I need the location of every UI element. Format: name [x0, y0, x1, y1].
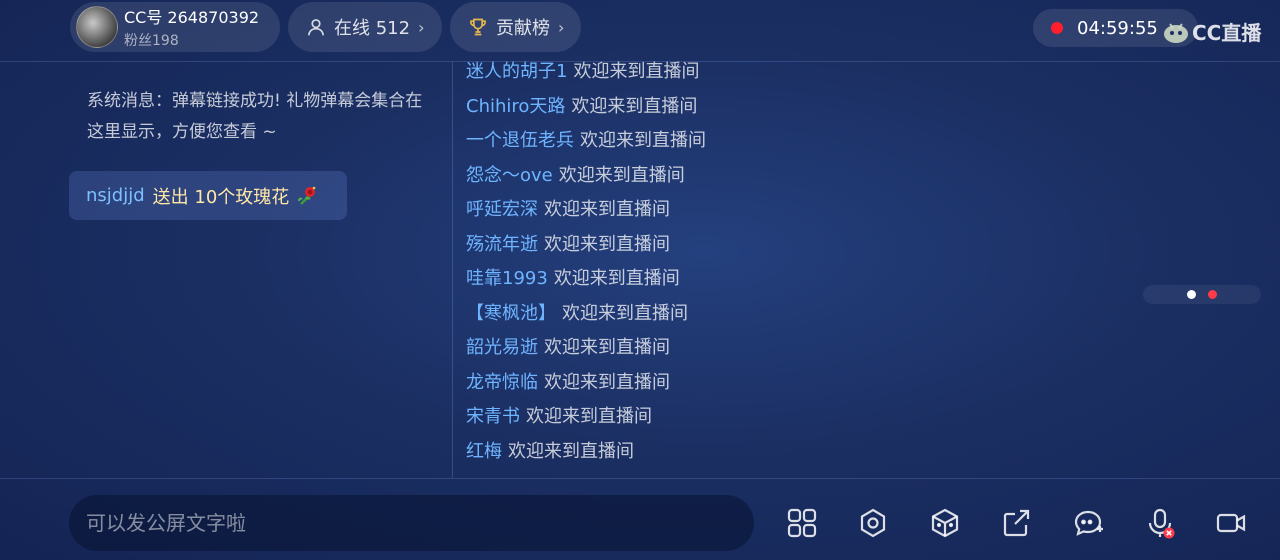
trophy-icon — [470, 18, 486, 36]
online-count: 在线 512 — [334, 18, 411, 39]
rose-icon — [298, 186, 316, 205]
panel-divider — [452, 62, 453, 478]
online-count-button[interactable]: 在线 512 › — [288, 2, 442, 52]
cc-number: CC号 264870392 — [124, 8, 260, 27]
chevron-right-icon: › — [558, 17, 565, 37]
gift-message: nsjdjjd 送出 10个玫瑰花 — [69, 171, 347, 220]
avatar[interactable] — [76, 6, 118, 48]
record-dot-icon — [1051, 22, 1063, 34]
viewer-name[interactable]: 宋青书 — [466, 402, 520, 428]
list-item: 一个退伍老兵 欢迎来到直播间 — [466, 122, 706, 157]
welcome-text: 欢迎来到直播间 — [562, 302, 688, 324]
list-item: 怨念～ove 欢迎来到直播间 — [466, 157, 706, 192]
microphone-button[interactable] — [1142, 505, 1178, 541]
page-indicator[interactable] — [1143, 285, 1261, 304]
list-item: 迷人的胡子1 欢迎来到直播间 — [466, 53, 706, 88]
cc-logo-icon — [1164, 23, 1188, 43]
welcome-text: 欢迎来到直播间 — [508, 440, 634, 462]
viewer-name[interactable]: 殇流年逝 — [466, 230, 538, 256]
streamer-info: CC号 264870392 粉丝198 — [124, 4, 259, 50]
camera-button[interactable] — [1213, 505, 1249, 541]
list-item: 宋青书 欢迎来到直播间 — [466, 398, 706, 433]
list-item: 龙帝惊临 欢迎来到直播间 — [466, 364, 706, 399]
welcome-text: 欢迎来到直播间 — [573, 61, 700, 83]
cc-live-logo: CC直播 — [1162, 14, 1261, 48]
list-item: 殇流年逝 欢迎来到直播间 — [466, 226, 706, 261]
cube-icon — [931, 508, 959, 538]
contribution-rank-button[interactable]: 贡献榜 › — [450, 2, 581, 52]
page-dot[interactable] — [1208, 290, 1217, 299]
viewer-name[interactable]: 哇靠1993 — [466, 264, 548, 290]
page-dot-active[interactable] — [1187, 290, 1196, 299]
viewer-name[interactable]: 怨念～ove — [466, 161, 553, 187]
list-item: 呼延宏深 欢迎来到直播间 — [466, 191, 706, 226]
viewer-name[interactable]: 龙帝惊临 — [466, 368, 538, 394]
interaction-button[interactable] — [1070, 505, 1106, 541]
system-message: 系统消息：弹幕链接成功! 礼物弹幕会集合在这里显示，方便您查看 ~ — [87, 91, 423, 142]
effects-button[interactable] — [927, 505, 963, 541]
welcome-list: 迷人的胡子1 欢迎来到直播间 Chihiro天路 欢迎来到直播间 一个退伍老兵 欢迎来… — [466, 53, 706, 467]
list-item: 哇靠1993 欢迎来到直播间 — [466, 260, 706, 295]
grid-icon — [787, 508, 817, 538]
share-button[interactable] — [998, 505, 1034, 541]
viewer-name[interactable]: 红梅 — [466, 437, 502, 463]
viewer-name[interactable]: 韶光易逝 — [466, 333, 538, 359]
settings-icon — [860, 508, 886, 538]
viewer-name[interactable]: Chihiro天路 — [466, 92, 565, 118]
list-item: 韶光易逝 欢迎来到直播间 — [466, 329, 706, 364]
live-duration: 04:59:55 — [1077, 17, 1158, 39]
welcome-text: 欢迎来到直播间 — [571, 95, 698, 117]
welcome-text: 欢迎来到直播间 — [544, 199, 670, 221]
bottom-divider — [0, 478, 1280, 479]
welcome-text: 欢迎来到直播间 — [544, 337, 670, 359]
viewer-name[interactable]: 【寒枫池】 — [466, 299, 556, 325]
welcome-text: 欢迎来到直播间 — [526, 406, 652, 428]
viewer-name[interactable]: 迷人的胡子1 — [466, 57, 567, 83]
welcome-text: 欢迎来到直播间 — [544, 371, 670, 393]
viewer-name[interactable]: 一个退伍老兵 — [466, 126, 574, 152]
camera-icon — [1216, 513, 1246, 533]
welcome-text: 欢迎来到直播间 — [558, 164, 685, 186]
chat-input[interactable] — [69, 495, 754, 551]
mic-muted-icon — [1148, 508, 1175, 539]
chat-add-icon — [1074, 510, 1103, 536]
fans-count: 粉丝198 — [124, 33, 179, 49]
viewer-name[interactable]: 呼延宏深 — [466, 195, 538, 221]
list-item: 红梅 欢迎来到直播间 — [466, 433, 706, 468]
share-icon — [1003, 509, 1030, 537]
streamer-info-pill[interactable]: CC号 264870392 粉丝198 — [70, 2, 280, 52]
welcome-text: 欢迎来到直播间 — [580, 130, 706, 152]
contribution-rank-label: 贡献榜 — [496, 18, 550, 39]
settings-button[interactable] — [855, 505, 891, 541]
list-item: Chihiro天路 欢迎来到直播间 — [466, 88, 706, 123]
chevron-right-icon: › — [418, 17, 425, 37]
list-item: 【寒枫池】 欢迎来到直播间 — [466, 295, 706, 330]
welcome-text: 欢迎来到直播间 — [544, 233, 670, 255]
apps-button[interactable] — [784, 505, 820, 541]
welcome-text: 欢迎来到直播间 — [553, 268, 680, 290]
user-icon — [308, 19, 324, 36]
gift-text: 送出 10个玫瑰花 — [152, 186, 290, 208]
logo-text: CC直播 — [1192, 20, 1262, 45]
gift-sender[interactable]: nsjdjjd — [86, 185, 145, 206]
